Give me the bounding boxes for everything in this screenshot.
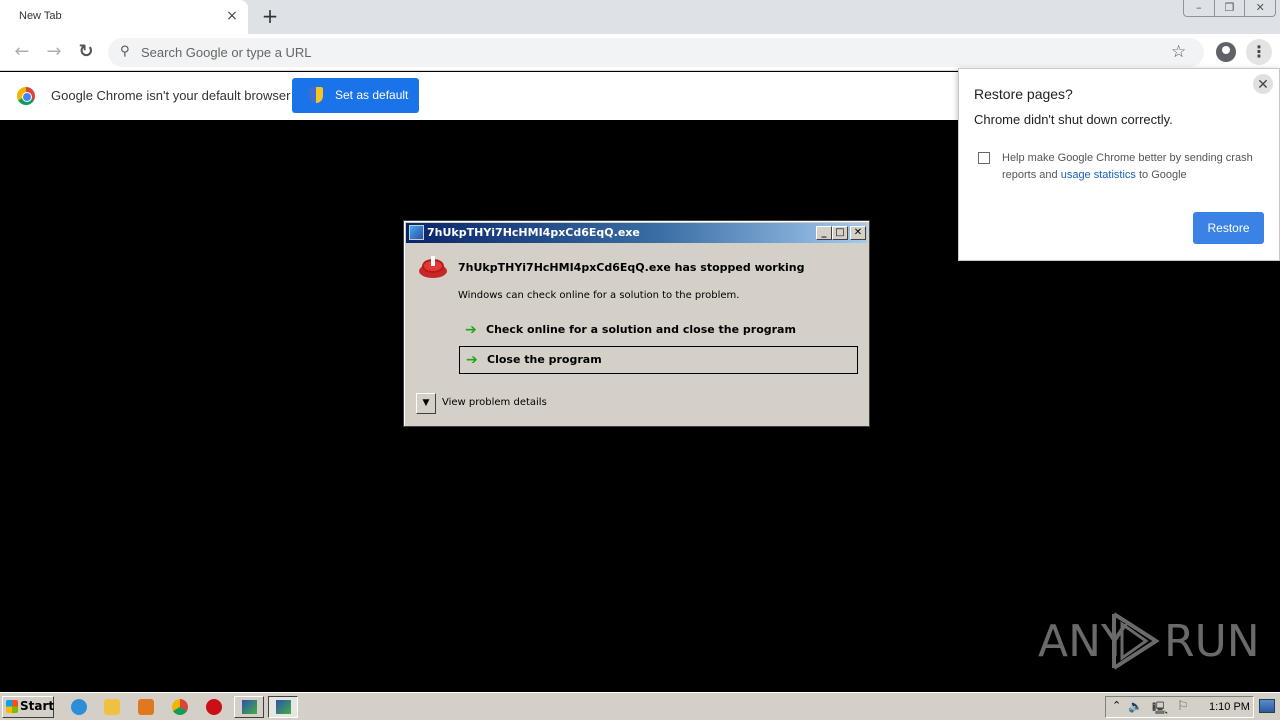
crash-report-help-text: Help make Google Chrome better by sendin… [1002,150,1272,184]
chrome-logo-icon [17,87,35,105]
taskbar-window-button[interactable] [234,696,264,718]
omnibox-placeholder: Search Google or type a URL [141,45,312,60]
error-reporting-icon [242,700,257,714]
show-desktop-button[interactable] [1259,699,1275,713]
omnibox[interactable]: ⚲ Search Google or type a URL ☆ [108,38,1204,67]
play-logo-icon [1112,612,1160,670]
stopped-working-icon [419,256,447,278]
file-explorer-icon[interactable] [104,699,120,715]
dialog-title: 7hUkpTHYi7HcHMI4pxCd6EqQ.exe [427,226,640,239]
back-button[interactable]: ← [10,40,34,64]
option-label: Check online for a solution and close th… [486,323,796,336]
restore-window-button[interactable]: ❐ [1215,0,1246,16]
search-icon: ⚲ [120,44,130,59]
error-message: Windows can check online for a solution … [458,290,740,301]
internet-explorer-icon[interactable] [71,699,87,715]
error-reporting-icon [276,700,291,714]
minimize-button[interactable]: – [1184,0,1215,16]
check-online-option[interactable]: ➔ Check online for a solution and close … [459,317,858,345]
usage-statistics-link[interactable]: usage statistics [1061,169,1136,181]
network-icon[interactable]: 🖳 [1152,699,1168,720]
bookmark-star-icon[interactable]: ☆ [1171,42,1186,62]
profile-avatar-icon[interactable] [1216,42,1236,62]
chrome-icon[interactable] [172,699,188,715]
anyrun-watermark: ANY RUN [1038,606,1260,676]
restore-button[interactable]: Restore [1193,212,1264,244]
green-arrow-icon: ➔ [466,352,478,368]
popup-title: Restore pages? [974,86,1073,102]
dialog-maximize-button[interactable]: □ [832,226,848,240]
tab-strip: New Tab × + – ❐ ✕ [0,0,1280,34]
option-label: Close the program [487,353,602,366]
error-dialog: 7hUkpTHYi7HcHMI4pxCd6EqQ.exe _ □ ✕ 7hUkp… [403,220,870,427]
help-text-end: to Google [1135,169,1187,181]
window-controls: – ❐ ✕ [1183,0,1276,17]
tab-title: New Tab [19,10,62,22]
app-icon [409,225,424,240]
view-details-toggle[interactable]: ▼ [416,393,436,414]
taskbar-window-button-active[interactable] [268,696,298,718]
infobar-message: Google Chrome isn't your default browser [51,88,291,103]
start-label: Start [20,699,55,713]
restore-pages-popup: Restore pages? Chrome didn't shut down c… [958,68,1280,261]
dialog-titlebar[interactable]: 7hUkpTHYi7HcHMI4pxCd6EqQ.exe _ □ ✕ [406,223,867,243]
volume-icon[interactable]: 🔈 [1128,699,1143,713]
opera-icon[interactable] [206,699,222,715]
crash-report-checkbox[interactable] [978,152,990,164]
tab-close-icon[interactable]: × [224,8,240,24]
uac-shield-icon [309,87,323,103]
browser-toolbar: ← → ↻ ⚲ Search Google or type a URL ☆ ⋮ [0,34,1280,71]
new-tab-button[interactable]: + [260,6,280,26]
close-window-button[interactable]: ✕ [1245,0,1275,16]
tab-new-tab[interactable]: New Tab × [0,0,248,34]
forward-button[interactable]: → [42,40,66,64]
reload-button[interactable]: ↻ [74,40,98,64]
clock[interactable]: 1:10 PM [1209,701,1250,713]
close-program-option[interactable]: ➔ Close the program [459,346,858,374]
set-as-default-button[interactable]: Set as default [292,78,419,113]
action-center-flag-icon[interactable]: ⚐ [1177,698,1189,714]
popup-close-icon[interactable]: ✕ [1253,74,1273,94]
windows-logo-icon [6,700,18,713]
watermark-text-right: RUN [1164,616,1260,667]
popup-subtitle: Chrome didn't shut down correctly. [974,112,1173,127]
error-heading: 7hUkpTHYi7HcHMI4pxCd6EqQ.exe has stopped… [458,261,805,274]
media-player-icon[interactable] [138,699,154,715]
dialog-minimize-button[interactable]: _ [816,226,832,240]
green-arrow-icon: ➔ [465,322,477,338]
set-as-default-label: Set as default [335,88,409,102]
taskbar: Start ⌃ 🔈 🖳 ⚐ 1:10 PM [0,692,1280,720]
start-button[interactable]: Start [2,696,54,718]
chrome-menu-button[interactable]: ⋮ [1246,39,1272,65]
view-details-label[interactable]: View problem details [442,397,547,408]
dialog-close-button[interactable]: ✕ [850,226,866,240]
show-hidden-icons[interactable]: ⌃ [1112,699,1121,712]
system-tray: ⌃ 🔈 🖳 ⚐ 1:10 PM [1105,696,1254,718]
